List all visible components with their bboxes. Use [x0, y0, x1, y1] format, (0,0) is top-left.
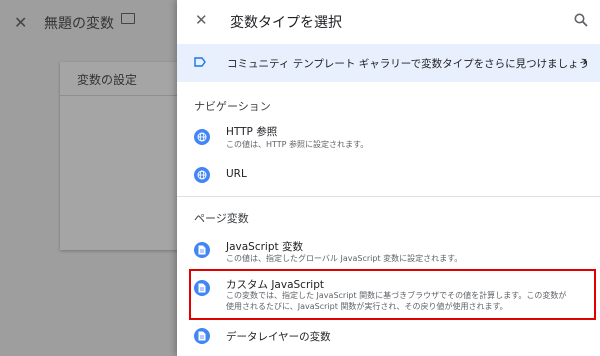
variable-type-url[interactable]: URL [185, 165, 595, 189]
document-icon [194, 242, 210, 258]
item-description: この値は、HTTP 参照に設定されます。 [226, 140, 369, 149]
variable-type-panel: ✕ 変数タイプを選択 コミュニティ テンプレート ギャラリーで変数タイプをさらに… [177, 0, 600, 356]
community-gallery-banner[interactable]: コミュニティ テンプレート ギャラリーで変数タイプをさらに見つけましょう › [177, 44, 600, 82]
item-title: HTTP 参照 [226, 126, 278, 138]
document-icon [194, 328, 210, 344]
variable-name[interactable]: 無題の変数 [44, 13, 114, 33]
item-description: この値は、指定したグローバル JavaScript 変数に設定されます。 [226, 254, 463, 263]
item-title: URL [226, 168, 247, 180]
item-title: JavaScript 変数 [226, 241, 303, 253]
variable-config-card[interactable]: 変数の設定 [60, 62, 190, 250]
variable-type-http-referrer[interactable]: HTTP 参照 この値は、HTTP 参照に設定されます。 [185, 121, 595, 153]
folder-icon[interactable] [121, 13, 135, 24]
section-title-page-variables: ページ変数 [194, 212, 249, 225]
chevron-right-icon: › [582, 54, 588, 70]
close-icon[interactable]: ✕ [195, 11, 208, 29]
panel-header: ✕ 変数タイプを選択 [177, 0, 600, 44]
globe-icon [194, 129, 210, 145]
globe-icon [194, 167, 210, 183]
search-icon[interactable] [574, 13, 588, 27]
item-title: データレイヤーの変数 [226, 331, 331, 343]
card-title: 変数の設定 [77, 73, 138, 87]
label-icon [194, 57, 206, 67]
highlight-box [189, 269, 596, 320]
banner-text: コミュニティ テンプレート ギャラリーで変数タイプをさらに見つけましょう [227, 58, 590, 70]
section-title-navigation: ナビゲーション [194, 100, 271, 113]
panel-title: 変数タイプを選択 [230, 15, 342, 31]
close-icon[interactable]: ✕ [14, 13, 27, 32]
variable-type-data-layer-variable[interactable]: データレイヤーの変数 [185, 326, 595, 348]
variable-type-javascript-variable[interactable]: JavaScript 変数 この値は、指定したグローバル JavaScript … [185, 236, 595, 266]
divider [60, 95, 190, 96]
divider [177, 196, 600, 197]
